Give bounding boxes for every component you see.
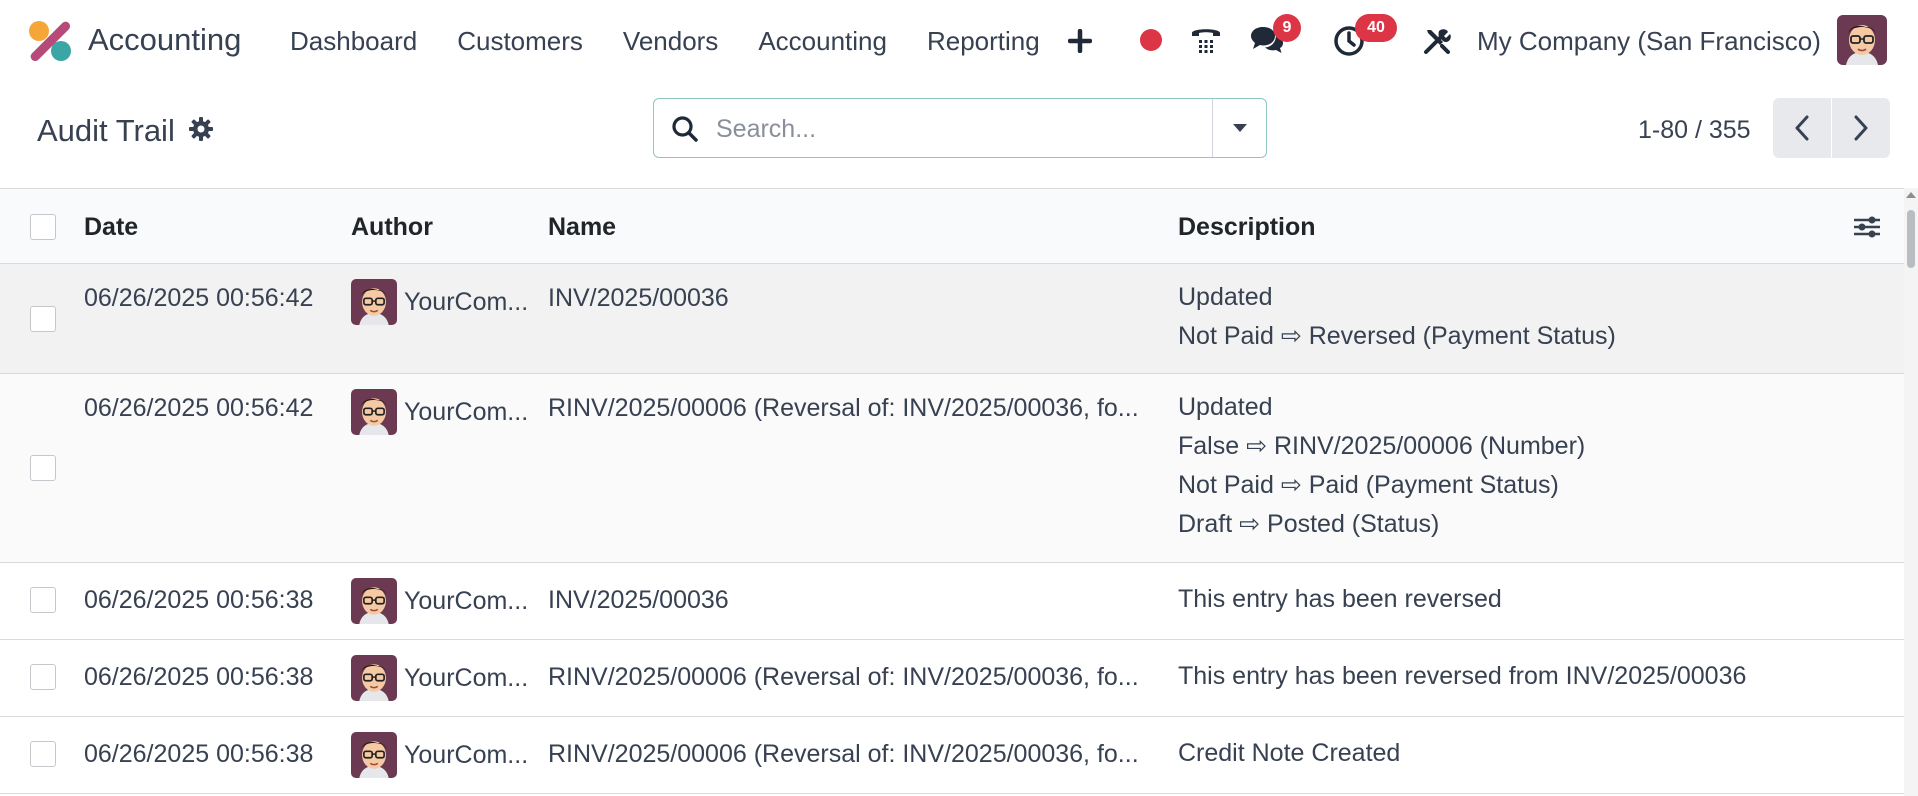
author-name: YourCom... [404,740,529,769]
menu-customers[interactable]: Customers [437,24,603,58]
table-header: Date Author Name Description [0,188,1904,264]
avatar [351,655,397,701]
audit-trail-table: Date Author Name Description 06/26/2025 … [0,188,1904,794]
row-checkbox[interactable] [30,587,56,613]
description-line: This entry has been reversed [1178,585,1502,613]
author-name: YourCom... [404,287,529,316]
search-bar [653,98,1267,158]
row-date: 06/26/2025 00:56:42 [84,284,314,312]
scroll-up-arrow-icon[interactable] [1906,192,1916,198]
chevron-left-icon [1795,115,1809,141]
description-line: Not Paid ⇨ Reversed (Payment Status) [1178,322,1616,350]
row-author[interactable]: YourCom... [351,578,534,624]
select-all-checkbox[interactable] [30,214,56,240]
row-name: RINV/2025/00006 (Reversal of: INV/2025/0… [548,740,1139,768]
table-row[interactable]: 06/26/2025 00:56:38 YourCom... RINV/2025… [0,717,1904,794]
pager-previous-button[interactable] [1773,98,1831,158]
record-dot-icon[interactable] [1138,27,1164,53]
scrollbar-track[interactable] [1904,188,1918,796]
search-options-toggle[interactable] [1213,99,1267,157]
avatar [351,279,397,325]
row-name: INV/2025/00036 [548,284,729,312]
row-date: 06/26/2025 00:56:38 [84,586,314,614]
gear-icon[interactable] [188,116,214,142]
row-date: 06/26/2025 00:56:38 [84,740,314,768]
company-switcher[interactable]: My Company (San Francisco) [1477,24,1821,58]
main-menu: Dashboard Customers Vendors Accounting R… [270,24,1060,58]
description-line: Updated [1178,393,1273,421]
avatar [351,389,397,435]
page-title: Audit Trail [37,113,175,148]
pager-next-button[interactable] [1832,98,1890,158]
activities-count-badge: 40 [1355,14,1397,42]
search-input[interactable] [714,107,1258,151]
row-checkbox[interactable] [30,741,56,767]
column-header-name[interactable]: Name [548,213,616,242]
menu-vendors[interactable]: Vendors [603,24,738,58]
author-name: YourCom... [404,663,529,692]
author-name: YourCom... [404,397,529,426]
pager-value[interactable]: 1-80 / 355 [1638,113,1751,147]
row-name: INV/2025/00036 [548,586,729,614]
table-row[interactable]: 06/26/2025 00:56:42 YourCom... INV/2025/… [0,264,1904,374]
description-line: Updated [1178,283,1273,311]
row-author[interactable]: YourCom... [351,279,534,325]
app-name[interactable]: Accounting [88,22,241,58]
column-header-author[interactable]: Author [351,213,433,242]
messages-count-badge: 9 [1273,14,1301,42]
row-author[interactable]: YourCom... [351,732,534,778]
row-name: RINV/2025/00006 (Reversal of: INV/2025/0… [548,394,1139,422]
menu-dashboard[interactable]: Dashboard [270,24,437,58]
row-date: 06/26/2025 00:56:38 [84,663,314,691]
plus-icon[interactable] [1065,24,1095,58]
row-checkbox[interactable] [30,664,56,690]
menu-reporting[interactable]: Reporting [907,24,1060,58]
accounting-app-logo[interactable] [28,20,72,62]
row-date: 06/26/2025 00:56:42 [84,394,314,422]
row-author[interactable]: YourCom... [351,389,534,435]
description-line: False ⇨ RINV/2025/00006 (Number) [1178,432,1586,460]
description-line: This entry has been reversed from INV/20… [1178,662,1747,690]
description-line: Draft ⇨ Posted (Status) [1178,510,1440,538]
phone-icon[interactable] [1188,22,1224,58]
menu-accounting[interactable]: Accounting [738,24,907,58]
search-icon [672,116,698,142]
avatar [351,578,397,624]
top-navbar: Accounting Dashboard Customers Vendors A… [0,0,1918,82]
column-header-description[interactable]: Description [1178,213,1316,242]
column-header-date[interactable]: Date [84,213,138,242]
row-checkbox[interactable] [30,455,56,481]
table-row[interactable]: 06/26/2025 00:56:42 YourCom... RINV/2025… [0,374,1904,563]
optional-columns-icon[interactable] [1852,214,1882,240]
row-checkbox[interactable] [30,306,56,332]
row-description: Credit Note Created [1178,734,1400,773]
row-name: RINV/2025/00006 (Reversal of: INV/2025/0… [548,663,1139,691]
caret-down-icon [1233,124,1247,132]
table-row[interactable]: 06/26/2025 00:56:38 YourCom... INV/2025/… [0,563,1904,640]
user-avatar[interactable] [1837,15,1887,65]
author-name: YourCom... [404,586,529,615]
chevron-right-icon [1854,115,1868,141]
row-description: Updated Not Paid ⇨ Reversed (Payment Sta… [1178,278,1616,356]
tools-icon[interactable] [1420,24,1454,58]
row-description: Updated False ⇨ RINV/2025/00006 (Number)… [1178,388,1585,544]
table-row[interactable]: 06/26/2025 00:56:38 YourCom... RINV/2025… [0,640,1904,717]
scrollbar-thumb[interactable] [1907,210,1915,268]
row-author[interactable]: YourCom... [351,655,534,701]
description-line: Not Paid ⇨ Paid (Payment Status) [1178,471,1559,499]
row-description: This entry has been reversed from INV/20… [1178,657,1746,696]
avatar [351,732,397,778]
row-description: This entry has been reversed [1178,580,1502,619]
description-line: Credit Note Created [1178,739,1401,767]
